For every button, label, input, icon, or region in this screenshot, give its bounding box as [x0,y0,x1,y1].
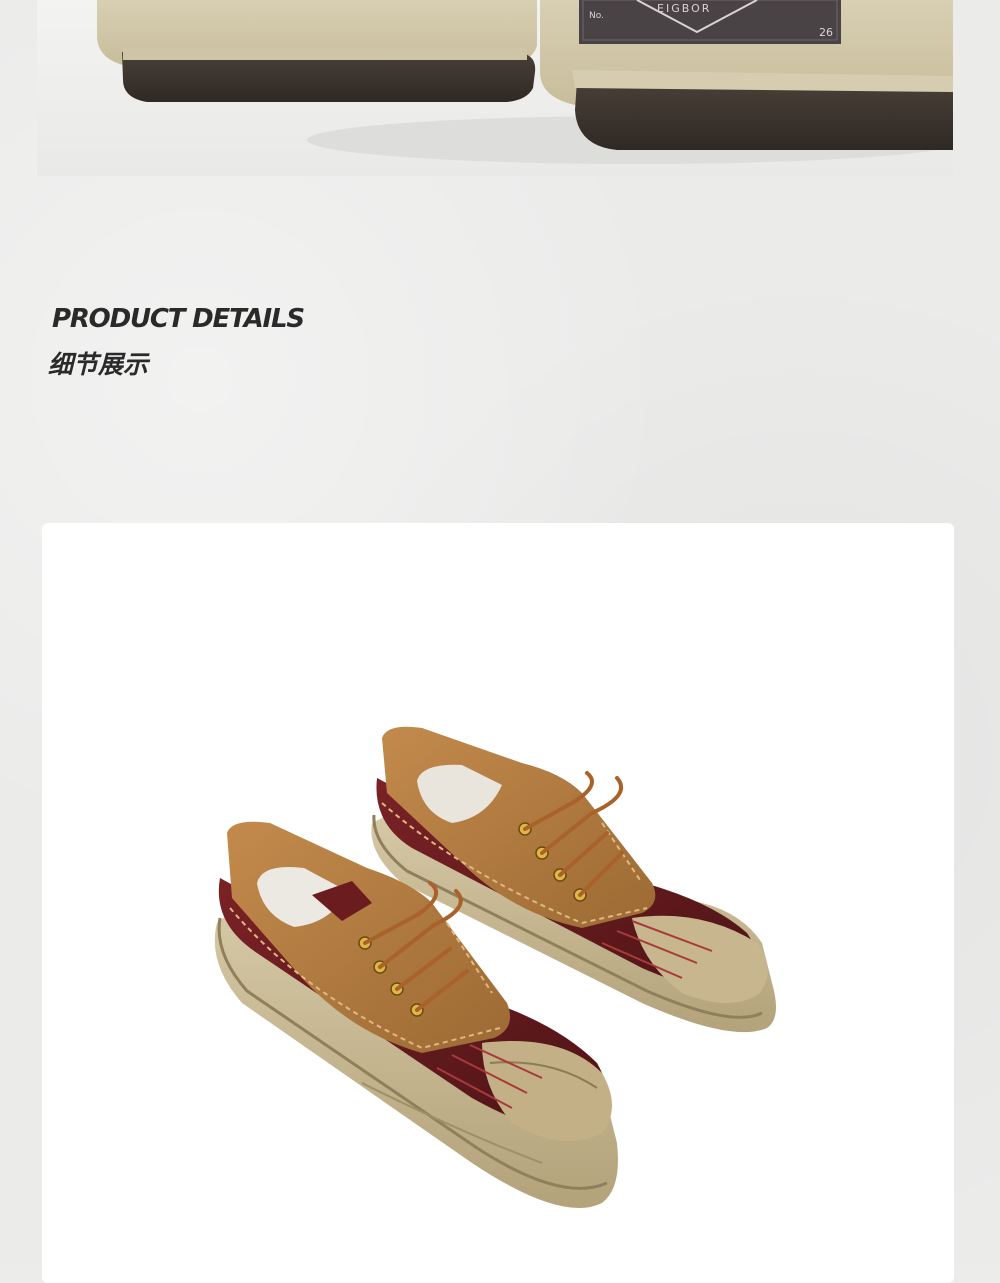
label-text: EIGBOR [657,2,711,15]
label-no: No. [589,11,604,21]
top-product-photo: EIGBOR No. 26 [37,0,953,176]
section-title-cn: 细节展示 [48,350,149,379]
shoe-pair-illustration [214,726,776,1208]
product-detail-card [42,523,954,1283]
label-number: 26 [819,26,833,39]
section-title-en: PRODUCT DETAILS [52,304,305,334]
